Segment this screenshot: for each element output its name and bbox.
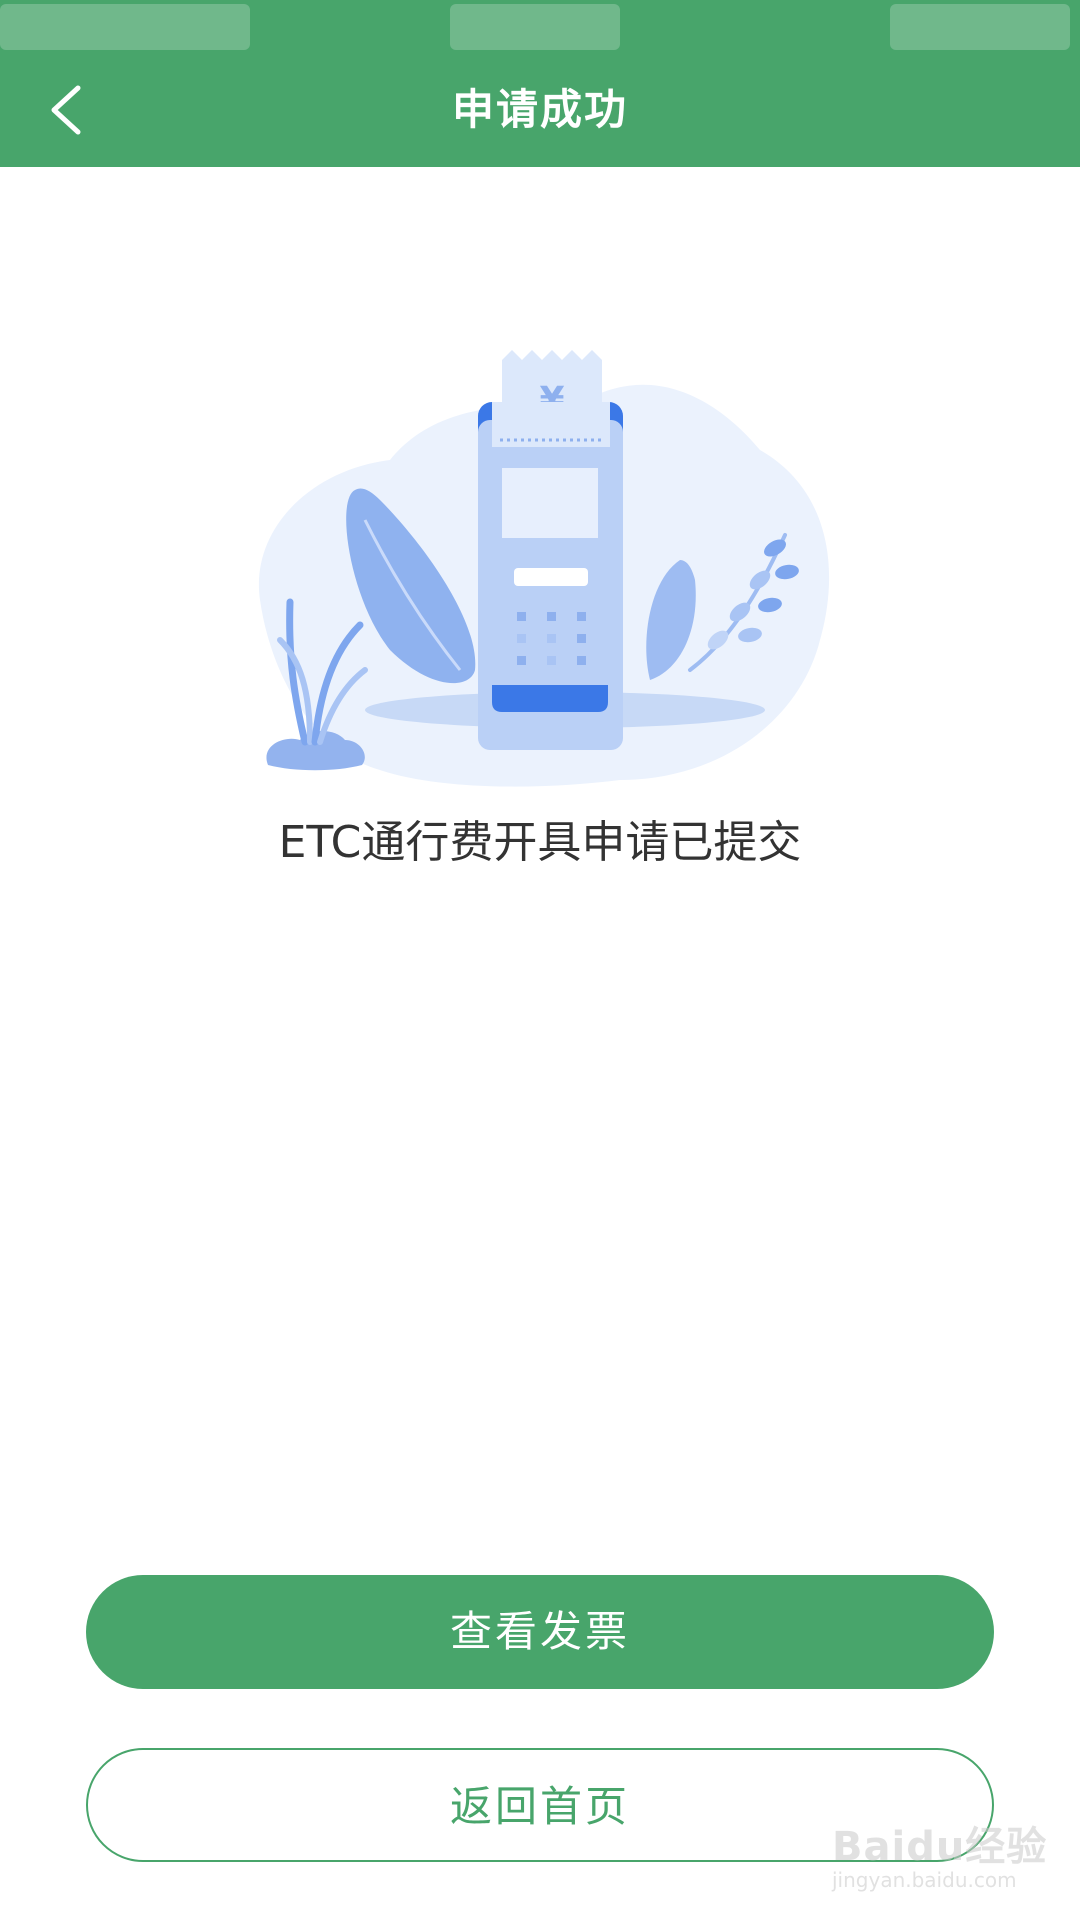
status-bar-blurred: [0, 0, 1080, 60]
app-header: 申请成功: [0, 0, 1080, 167]
page-title: 申请成功: [451, 85, 628, 134]
view-invoice-button[interactable]: 查看发票: [86, 1575, 994, 1689]
watermark-brand: Baidu经验: [832, 1824, 1048, 1870]
watermark-url: jingyan.baidu.com: [832, 1868, 1017, 1892]
receipt-terminal-illustration: ¥: [240, 340, 840, 800]
watermark: Baidu经验 jingyan.baidu.com: [820, 1800, 1050, 1900]
success-message: ETC通行费开具申请已提交: [278, 817, 802, 868]
